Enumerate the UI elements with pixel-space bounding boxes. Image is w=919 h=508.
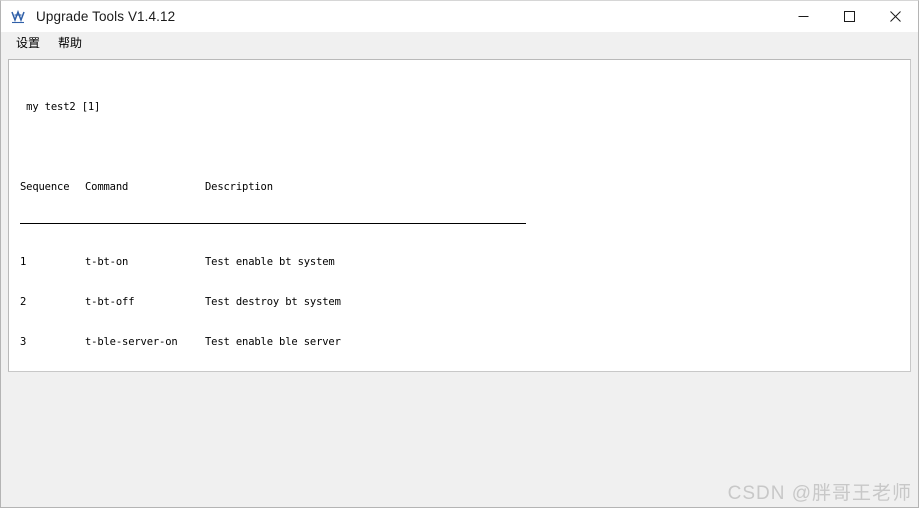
row-description: Test destroy bt system bbox=[205, 296, 341, 309]
row-sequence: 2 bbox=[20, 296, 27, 309]
app-logo-icon bbox=[10, 8, 28, 26]
terminal-header-sequence: Sequence bbox=[20, 180, 70, 193]
title-bar: Upgrade Tools V1.4.12 bbox=[1, 1, 918, 32]
maximize-icon[interactable] bbox=[826, 1, 872, 32]
watermark: CSDN @胖哥王老师 bbox=[727, 483, 912, 504]
terminal-header-description: Description bbox=[205, 180, 273, 193]
menu-bar: 设置 帮助 bbox=[1, 32, 918, 55]
terminal-header-row: Sequence Command Description bbox=[20, 181, 910, 194]
control-panel: 端口号： COM5 清空接收 型号： W80X 擦除Flash 0% 复位 波特… bbox=[1, 372, 918, 507]
terminal-spacer bbox=[20, 141, 910, 154]
row-description: Test enable ble server bbox=[205, 336, 341, 349]
terminal-row: 3 t-ble-server-on Test enable ble server bbox=[20, 336, 910, 349]
row-sequence: 1 bbox=[20, 255, 27, 268]
terminal-header-command: Command bbox=[85, 180, 129, 193]
terminal-row: 2 t-bt-off Test destroy bt system bbox=[20, 296, 910, 309]
minimize-icon[interactable] bbox=[780, 1, 826, 32]
receive-output-panel[interactable]: my test2 [1] Sequence Command Description … bbox=[8, 59, 911, 372]
terminal-row: 1 t-bt-on Test enable bt system bbox=[20, 256, 910, 269]
close-icon[interactable] bbox=[872, 1, 918, 32]
terminal-divider-top bbox=[20, 223, 526, 225]
row-description: Test enable bt system bbox=[205, 255, 335, 268]
row-command: t-ble-server-on bbox=[85, 336, 178, 349]
row-command: t-bt-on bbox=[85, 255, 129, 268]
terminal-text: my test2 [1] Sequence Command Description … bbox=[9, 60, 910, 371]
menu-item-help[interactable]: 帮助 bbox=[49, 31, 91, 55]
menu-item-settings[interactable]: 设置 bbox=[7, 31, 49, 55]
terminal-banner: my test2 [1] bbox=[20, 100, 101, 113]
row-command: t-bt-off bbox=[85, 296, 135, 309]
window-controls bbox=[780, 1, 918, 32]
row-sequence: 3 bbox=[20, 336, 27, 349]
app-window: Upgrade Tools V1.4.12 设置 帮助 my test2 [1]… bbox=[0, 0, 919, 508]
window-title: Upgrade Tools V1.4.12 bbox=[36, 9, 176, 24]
